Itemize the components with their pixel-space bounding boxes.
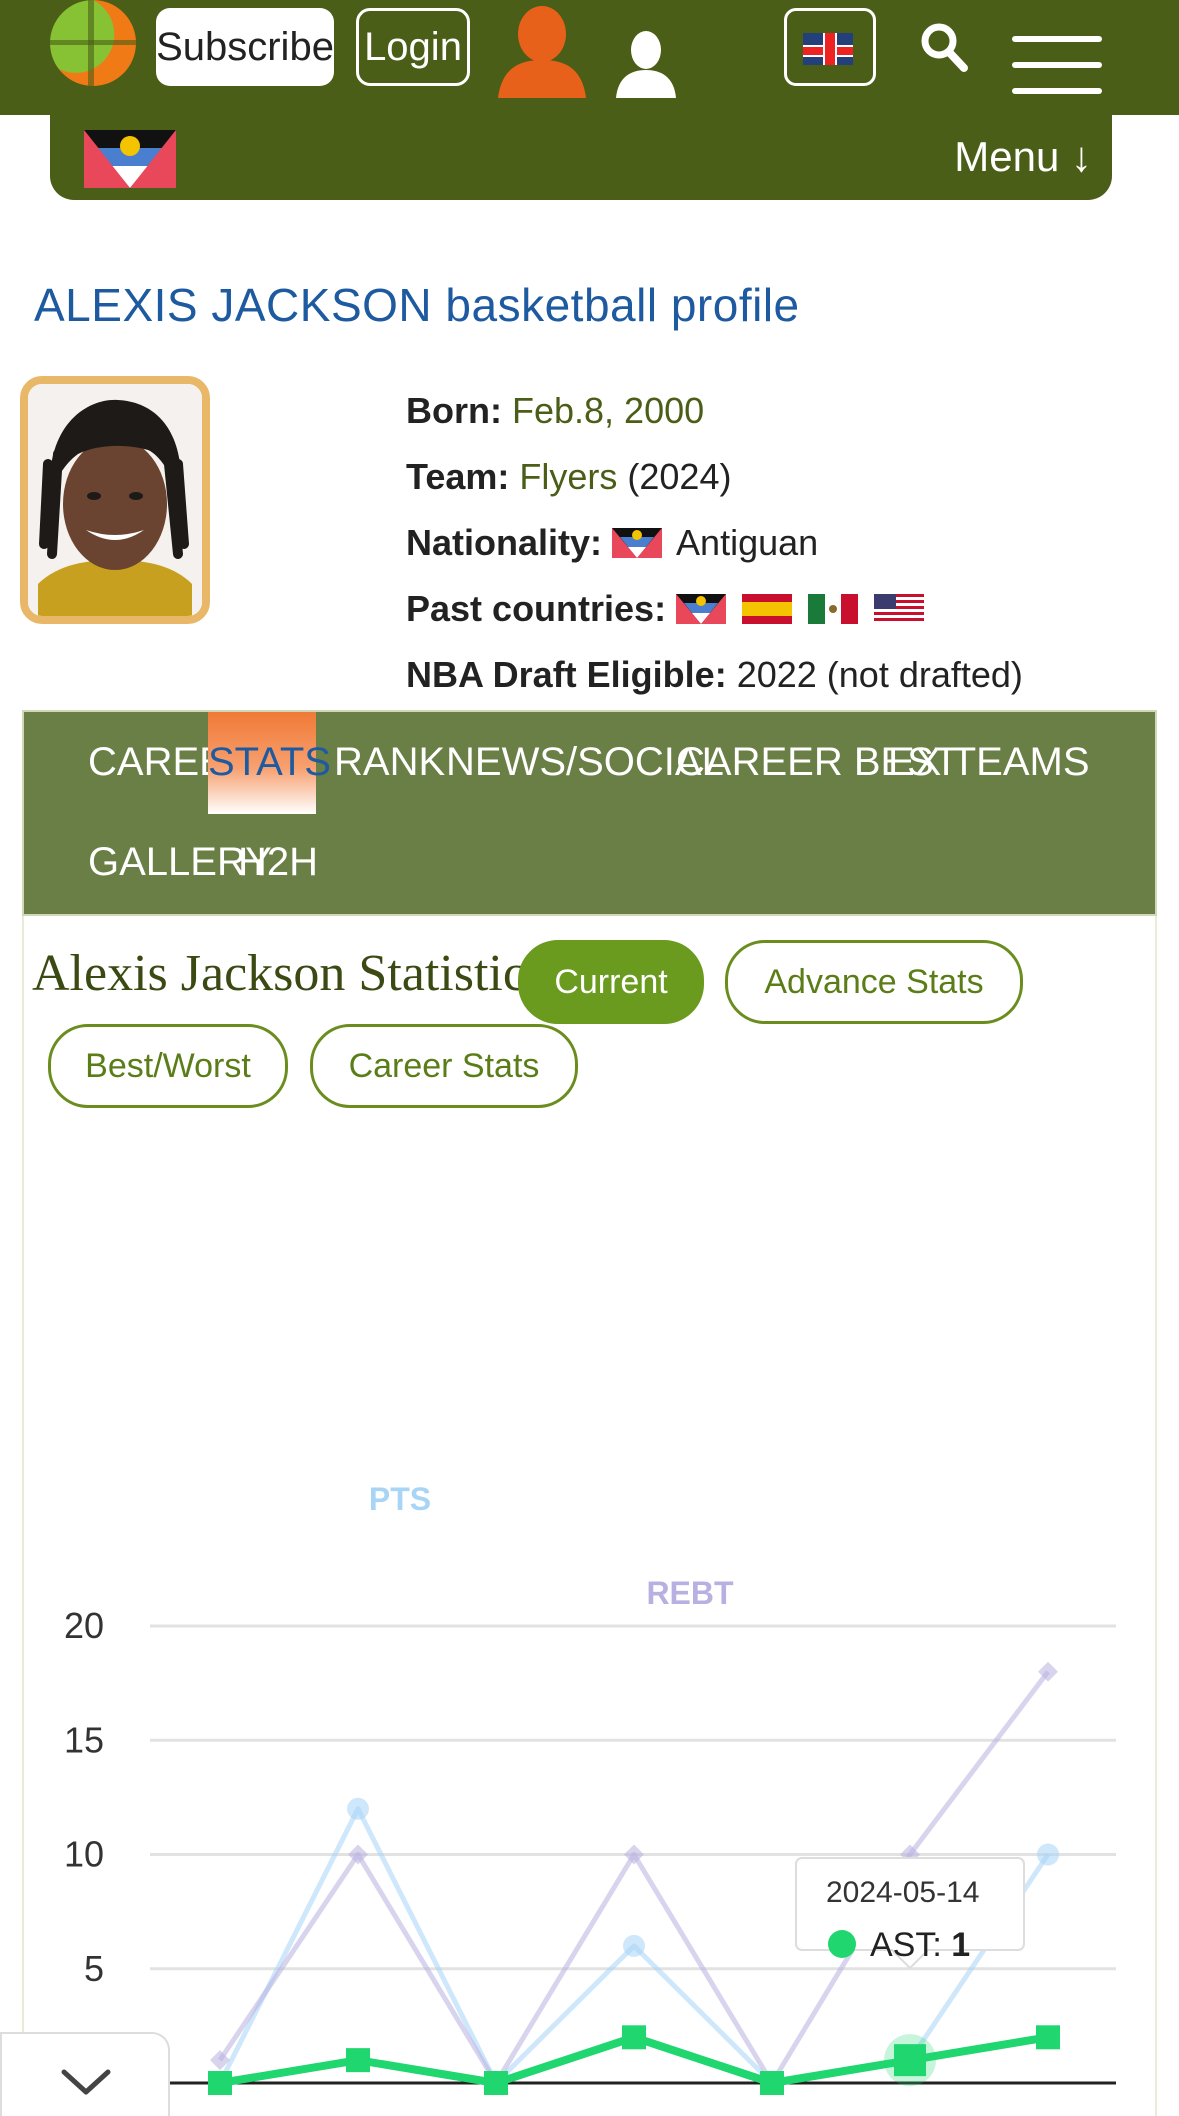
data-point-pts[interactable] [623,1934,645,1957]
tooltip-value: AST: 1 [870,1926,970,1964]
data-point-ast[interactable] [208,2071,232,2095]
tooltip-series-dot [828,1930,856,1958]
data-point-ast[interactable] [346,2048,370,2073]
y-tick-label: 20 [64,1605,104,1646]
tooltip-date: 2024-05-14 [826,1876,979,1909]
data-point-ast[interactable] [484,2071,508,2095]
data-point-pts[interactable] [1037,1843,1059,1866]
chart-tooltip: 2024-05-14 AST: 1 [795,1857,1025,1970]
series-label-rebt: REBT [646,1575,734,1611]
y-tick-label: 15 [64,1719,104,1760]
series-label-pts: PTS [369,1481,431,1517]
chevron-down-icon [61,2069,111,2095]
collapse-panel-button[interactable] [0,2032,170,2116]
data-point-ast[interactable] [1036,2025,1060,2050]
y-tick-label: 10 [64,1834,104,1875]
y-tick-label: 5 [84,1948,104,1989]
data-point-ast[interactable] [622,2025,646,2050]
stats-line-chart[interactable]: 5 10 15 20 PTS REBT 2024-05-14 AST: 1 [0,0,1179,2116]
highlighted-point[interactable] [894,2044,926,2077]
data-point-ast[interactable] [760,2071,784,2095]
data-point-pts[interactable] [347,1797,369,1820]
